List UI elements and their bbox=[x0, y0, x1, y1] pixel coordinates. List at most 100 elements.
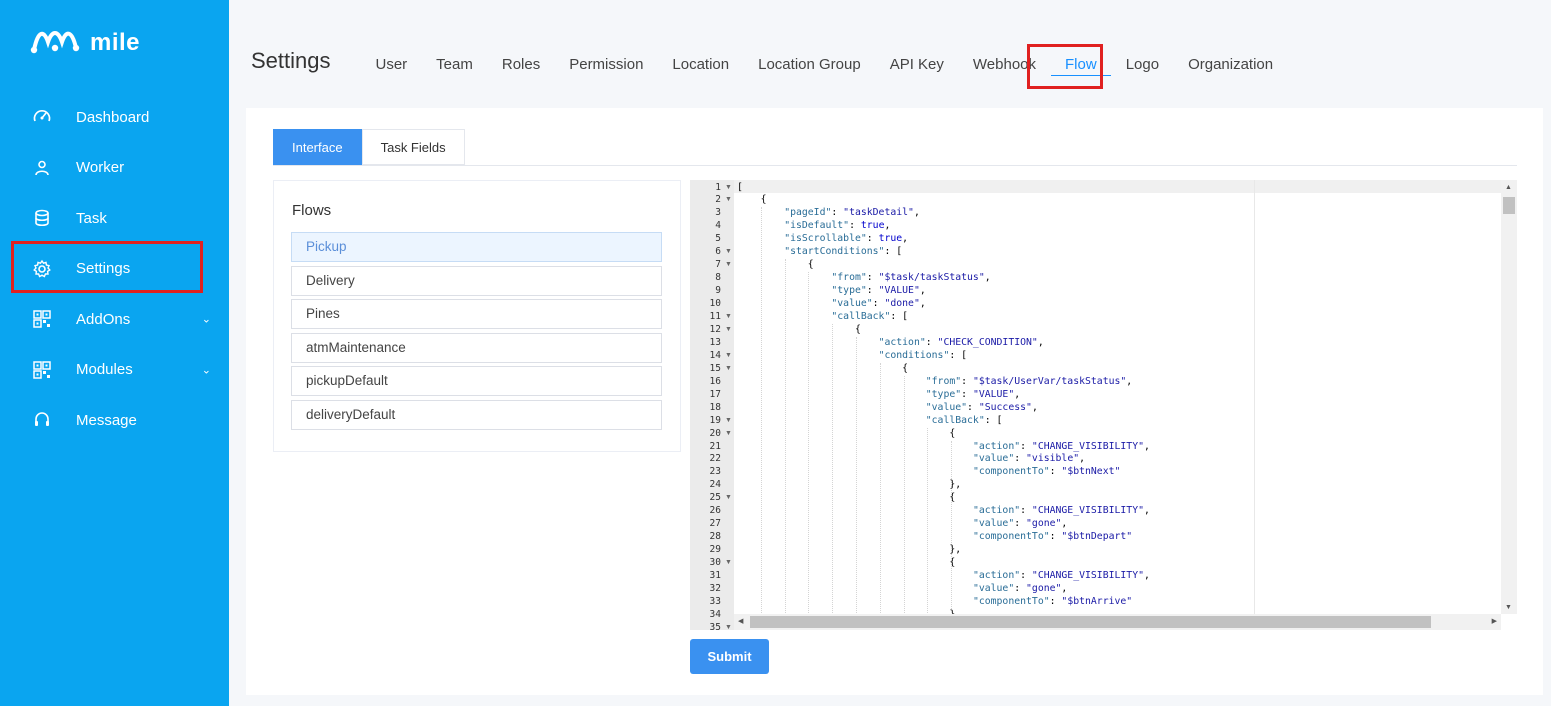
fold-arrow-icon[interactable]: ▼ bbox=[725, 365, 732, 372]
scroll-down-arrow-icon[interactable]: ▼ bbox=[1505, 604, 1512, 611]
flow-item-atm-maintenance[interactable]: atmMaintenance bbox=[291, 333, 662, 363]
tab-organization[interactable]: Organization bbox=[1174, 54, 1288, 76]
sidebar-item-worker[interactable]: Worker bbox=[0, 143, 229, 194]
brand-logo[interactable]: mile bbox=[30, 26, 140, 59]
line-number: 16 bbox=[709, 375, 721, 387]
code-line: { bbox=[737, 427, 956, 439]
sidebar-item-label: Message bbox=[76, 411, 137, 429]
tab-location-group[interactable]: Location Group bbox=[744, 54, 876, 76]
line-number: 22 bbox=[709, 453, 721, 465]
fold-arrow-icon[interactable]: ▼ bbox=[725, 352, 732, 359]
code-line: "callBack": [ bbox=[831, 311, 909, 322]
sidebar-item-task[interactable]: Task bbox=[0, 193, 229, 244]
line-number: 6 bbox=[715, 246, 721, 258]
fold-arrow-icon[interactable]: ▼ bbox=[725, 624, 732, 630]
flow-item-pickup-default[interactable]: pickupDefault bbox=[291, 366, 662, 396]
code-line: [ bbox=[737, 181, 743, 193]
sidebar-item-message[interactable]: Message bbox=[0, 395, 229, 446]
speedometer-icon bbox=[31, 106, 53, 128]
headset-icon bbox=[31, 409, 53, 431]
tab-permission[interactable]: Permission bbox=[555, 54, 658, 76]
submit-button[interactable]: Submit bbox=[690, 639, 769, 674]
sidebar-item-modules[interactable]: Modules ⌄ bbox=[0, 345, 229, 396]
sidebar-item-label: Task bbox=[76, 209, 107, 227]
line-number: 30 bbox=[709, 557, 721, 569]
scroll-up-arrow-icon[interactable]: ▲ bbox=[1505, 184, 1512, 191]
line-number: 21 bbox=[709, 440, 721, 452]
line-number: 26 bbox=[709, 505, 721, 517]
flow-item-pickup[interactable]: Pickup bbox=[291, 232, 662, 262]
flow-item-delivery-default[interactable]: deliveryDefault bbox=[291, 400, 662, 430]
editor-horizontal-scrollbar[interactable]: ◀ ▶ bbox=[734, 614, 1501, 630]
sidebar: mile Dashboard Worker Task Settings AddO… bbox=[0, 0, 229, 706]
flows-title: Flows bbox=[292, 202, 332, 219]
code-line: "isScrollable": true, bbox=[784, 233, 909, 245]
fold-arrow-icon[interactable]: ▼ bbox=[725, 248, 732, 255]
tab-roles[interactable]: Roles bbox=[487, 54, 554, 76]
fold-arrow-icon[interactable]: ▼ bbox=[725, 261, 732, 268]
line-number: 15 bbox=[709, 362, 721, 374]
code-line: "isDefault": true, bbox=[784, 220, 891, 232]
page-title: Settings bbox=[251, 48, 331, 73]
editor-code-area[interactable]: [ { "pageId": "taskDetail", "isDefault":… bbox=[734, 180, 1501, 630]
fold-arrow-icon[interactable]: ▼ bbox=[725, 326, 732, 333]
tab-user[interactable]: User bbox=[361, 54, 422, 76]
line-number: 32 bbox=[709, 582, 721, 594]
line-number: 14 bbox=[709, 349, 721, 361]
code-line: "action": "CHECK_CONDITION", bbox=[878, 336, 1044, 348]
line-number: 29 bbox=[709, 544, 721, 556]
fold-arrow-icon[interactable]: ▼ bbox=[725, 184, 732, 191]
sidebar-item-addons[interactable]: AddOns ⌄ bbox=[0, 294, 229, 345]
code-line: "conditions": [ bbox=[878, 349, 968, 361]
code-line: "type": "VALUE", bbox=[925, 388, 1021, 400]
horizontal-scroll-thumb[interactable] bbox=[750, 616, 1431, 628]
database-icon bbox=[31, 207, 53, 229]
code-line: { bbox=[737, 557, 956, 569]
qr-grid-icon bbox=[31, 308, 53, 330]
tab-location[interactable]: Location bbox=[658, 54, 744, 76]
flow-item-delivery[interactable]: Delivery bbox=[291, 266, 662, 296]
vertical-scroll-thumb[interactable] bbox=[1503, 197, 1515, 214]
code-line: { bbox=[737, 323, 861, 335]
fold-arrow-icon[interactable]: ▼ bbox=[725, 313, 732, 320]
scroll-right-arrow-icon[interactable]: ▶ bbox=[1492, 617, 1497, 625]
chevron-down-icon[interactable]: ⌄ bbox=[202, 363, 211, 376]
fold-arrow-icon[interactable]: ▼ bbox=[725, 417, 732, 424]
sidebar-item-label: Dashboard bbox=[76, 108, 150, 126]
line-number: 3 bbox=[715, 207, 721, 219]
subtabs: Interface Task Fields bbox=[273, 129, 465, 165]
code-line: "action": "CHANGE_VISIBILITY", bbox=[972, 570, 1150, 581]
sidebar-item-label: AddOns bbox=[76, 310, 131, 328]
fold-arrow-icon[interactable]: ▼ bbox=[725, 196, 732, 203]
flow-tab-highlight-box bbox=[1027, 44, 1103, 89]
line-number: 5 bbox=[715, 233, 721, 245]
code-line: "value": "gone", bbox=[972, 582, 1068, 594]
code-line: "from": "$task/UserVar/taskStatus", bbox=[925, 375, 1133, 387]
code-line: "pageId": "taskDetail", bbox=[784, 207, 920, 219]
tab-team[interactable]: Team bbox=[422, 54, 488, 76]
tab-logo[interactable]: Logo bbox=[1111, 54, 1173, 76]
sidebar-item-label: Worker bbox=[76, 159, 125, 177]
subtab-task-fields[interactable]: Task Fields bbox=[361, 129, 465, 165]
mile-logo-icon bbox=[30, 26, 82, 59]
editor-vertical-scrollbar[interactable]: ▲ ▼ bbox=[1501, 180, 1517, 614]
code-line: { bbox=[737, 259, 814, 271]
line-number: 31 bbox=[709, 570, 721, 581]
chevron-down-icon[interactable]: ⌄ bbox=[202, 313, 211, 326]
code-line: "componentTo": "$btnNext" bbox=[972, 466, 1121, 478]
qr-grid-icon bbox=[31, 359, 53, 381]
tab-api-key[interactable]: API Key bbox=[875, 54, 958, 76]
subtab-interface[interactable]: Interface bbox=[273, 129, 362, 165]
json-code-editor[interactable]: 1 ▼ 2 ▼ 3 4 5 6 ▼ 7 ▼ 8 9 10 11 ▼ 12 ▼ 13 14 ▼ 15 ▼ 16 17 18 19 ▼ 20… bbox=[690, 180, 1517, 630]
line-number: 2 bbox=[715, 194, 721, 206]
fold-arrow-icon[interactable]: ▼ bbox=[725, 430, 732, 437]
fold-arrow-icon[interactable]: ▼ bbox=[725, 559, 732, 566]
fold-arrow-icon[interactable]: ▼ bbox=[725, 494, 732, 501]
scroll-left-arrow-icon[interactable]: ◀ bbox=[738, 617, 743, 625]
code-line: "value": "Success", bbox=[925, 401, 1038, 413]
line-number: 35 bbox=[709, 621, 721, 630]
code-line: }, bbox=[737, 544, 962, 556]
code-line: "value": "gone", bbox=[972, 518, 1068, 530]
sidebar-item-dashboard[interactable]: Dashboard bbox=[0, 92, 229, 143]
flow-item-pines[interactable]: Pines bbox=[291, 299, 662, 329]
